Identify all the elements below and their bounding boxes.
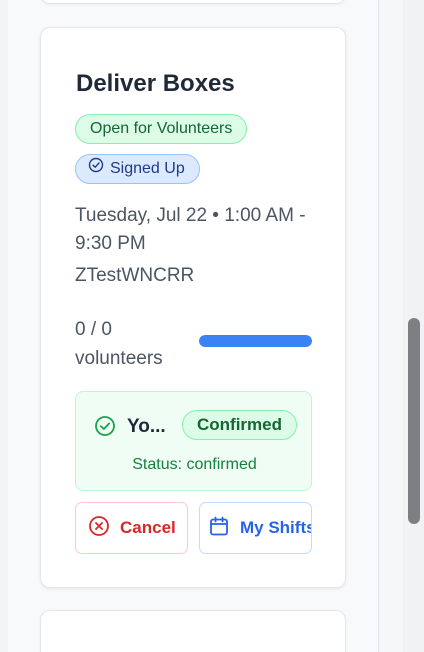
scrollbar-thumb[interactable] — [408, 318, 420, 524]
my-shifts-label: My Shifts — [240, 518, 312, 537]
my-shifts-button[interactable]: My Shifts — [199, 502, 312, 554]
calendar-icon — [208, 515, 230, 542]
status-you-label: Yo... — [127, 416, 166, 437]
x-circle-icon — [88, 515, 110, 542]
cancel-label: Cancel — [120, 518, 176, 537]
open-for-volunteers-badge: Open for Volunteers — [75, 114, 248, 144]
event-card: Deliver Boxes Open for Volunteers Signed… — [40, 27, 346, 588]
volunteer-count: 0 / 0 volunteers — [75, 319, 163, 369]
volunteer-progress-bar — [199, 335, 312, 347]
event-location: ZTestWNCRR — [75, 265, 195, 286]
signed-up-label: Signed Up — [110, 160, 185, 177]
cancel-button[interactable]: Cancel — [75, 502, 188, 554]
check-circle-icon — [88, 155, 104, 183]
next-event-card — [40, 610, 346, 652]
volunteer-progress-fill — [199, 335, 312, 347]
previous-event-card — [40, 0, 346, 4]
check-circle-icon — [94, 415, 116, 442]
signed-up-badge: Signed Up — [75, 154, 200, 184]
confirmed-badge: Confirmed — [182, 410, 297, 440]
event-datetime: Tuesday, Jul 22 • 1:00 AM - 9:30 PM — [75, 205, 306, 254]
status-text: Status: confirmed — [132, 456, 257, 473]
event-title: Deliver Boxes — [76, 70, 235, 97]
signup-status-box: Yo... Confirmed Status: confirmed — [75, 391, 312, 491]
